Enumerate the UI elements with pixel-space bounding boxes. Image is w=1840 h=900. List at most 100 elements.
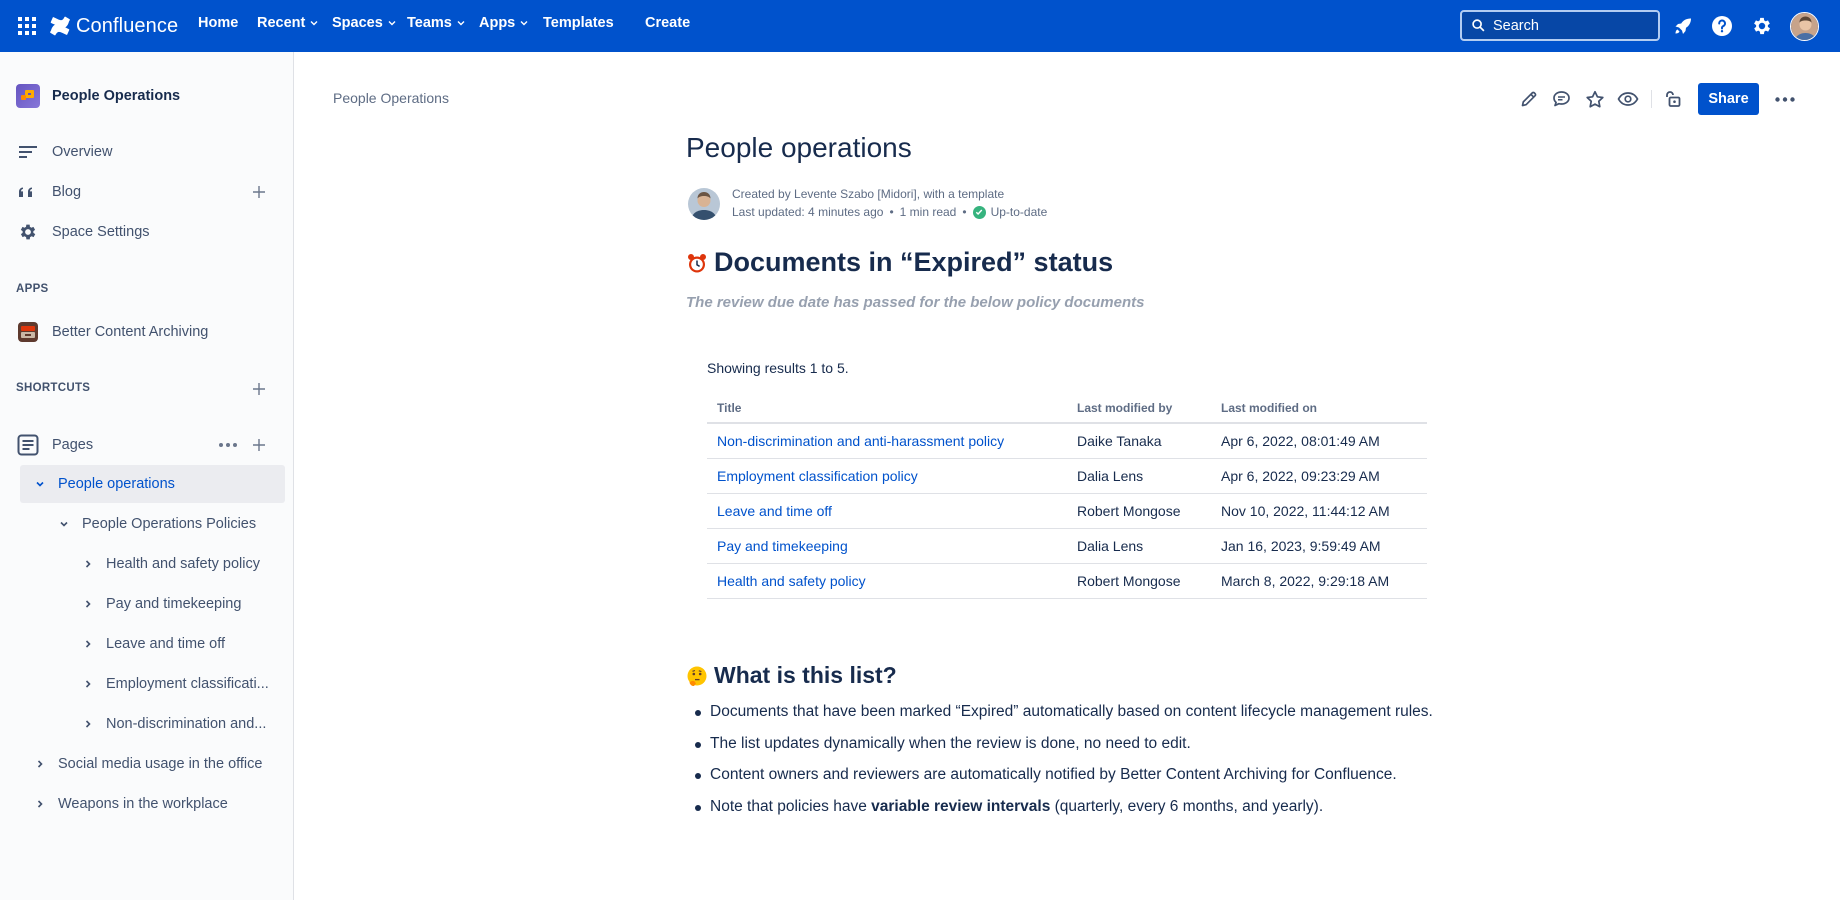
- sidebar-item-pages[interactable]: Pages: [0, 426, 294, 464]
- chevron-right-icon[interactable]: [80, 676, 96, 692]
- list-item: The list updates dynamically when the re…: [686, 732, 1486, 764]
- list-item-text: Note that policies have: [710, 797, 872, 815]
- space-header[interactable]: People Operations: [16, 84, 180, 108]
- pages-icon: [17, 434, 39, 456]
- section-heading-what-is-this: What is this list?: [686, 662, 897, 689]
- breadcrumb[interactable]: People Operations: [333, 90, 449, 106]
- shortcuts-heading: SHORTCUTS: [16, 382, 91, 394]
- restrictions-unlock-icon[interactable]: [1661, 87, 1685, 111]
- document-link[interactable]: Employment classification policy: [717, 468, 918, 484]
- column-header-modified-by[interactable]: Last modified by: [1067, 393, 1211, 424]
- nav-home[interactable]: Home: [198, 15, 238, 31]
- share-button[interactable]: Share: [1698, 83, 1759, 115]
- sidebar-item-label: Better Content Archiving: [52, 324, 209, 340]
- nav-apps[interactable]: Apps: [479, 15, 529, 31]
- overview-icon: [17, 141, 39, 163]
- nav-recent[interactable]: Recent: [257, 15, 319, 31]
- chevron-down-icon[interactable]: [56, 516, 72, 532]
- table-row: Pay and timekeeping Dalia Lens Jan 16, 2…: [707, 528, 1427, 564]
- tree-item-label: Non-discrimination and...: [106, 716, 267, 732]
- watch-eye-icon[interactable]: [1616, 87, 1640, 111]
- page-meta: Created by Levente Szabo [Midori], with …: [732, 185, 1047, 221]
- chevron-right-icon[interactable]: [80, 556, 96, 572]
- status-text: Up-to-date: [990, 205, 1048, 219]
- edit-pencil-icon[interactable]: [1517, 87, 1541, 111]
- user-avatar[interactable]: [1790, 12, 1819, 41]
- tree-item-label: Pay and timekeeping: [106, 596, 242, 612]
- check-circle-icon: [972, 205, 986, 219]
- tree-item-people-operations-policies[interactable]: People Operations Policies: [56, 505, 256, 543]
- more-options-icon[interactable]: [1773, 87, 1797, 111]
- document-link[interactable]: Non-discrimination and anti-harassment p…: [717, 433, 1004, 449]
- tree-item-pay-and-timekeeping[interactable]: Pay and timekeeping: [80, 585, 241, 623]
- section-heading-text: What is this list?: [714, 662, 897, 688]
- created-by-text: Created by Levente Szabo [Midori], with …: [732, 187, 1005, 201]
- help-icon[interactable]: [1710, 14, 1734, 38]
- table-cell-modified-on: March 8, 2022, 9:29:18 AM: [1211, 563, 1427, 599]
- status-badge[interactable]: Up-to-date: [972, 203, 1048, 221]
- sidebar-item-space-settings[interactable]: Space Settings: [0, 213, 294, 251]
- tree-item-people-operations[interactable]: People operations: [20, 465, 285, 503]
- last-updated-text: Last updated: 4 minutes ago: [732, 205, 884, 219]
- table-row: Health and safety policy Robert Mongose …: [707, 563, 1427, 599]
- more-actions-icon[interactable]: [217, 436, 239, 454]
- nav-templates[interactable]: Templates: [543, 15, 614, 31]
- tree-item-non-discrimination[interactable]: Non-discrimination and...: [80, 705, 266, 743]
- document-link[interactable]: Health and safety policy: [717, 573, 866, 589]
- brand-name: Confluence: [76, 14, 179, 37]
- star-icon[interactable]: [1583, 87, 1607, 111]
- gear-icon: [17, 221, 39, 243]
- sidebar-app-better-content-archiving[interactable]: Better Content Archiving: [0, 313, 294, 351]
- author-avatar[interactable]: [688, 188, 720, 220]
- explanation-list: Documents that have been marked “Expired…: [686, 700, 1486, 826]
- tree-item-employment-classification[interactable]: Employment classificati...: [80, 665, 269, 703]
- list-item-text: (quarterly, every 6 months, and yearly).: [1050, 797, 1324, 815]
- list-item: Documents that have been marked “Expired…: [686, 700, 1486, 732]
- comment-icon[interactable]: [1549, 87, 1573, 111]
- chevron-down-icon[interactable]: [32, 476, 48, 492]
- meta-separator: •: [889, 205, 894, 219]
- add-shortcut-icon[interactable]: [250, 380, 268, 398]
- table-cell-modified-by: Dalia Lens: [1067, 528, 1211, 564]
- document-link[interactable]: Pay and timekeeping: [717, 538, 848, 554]
- search-input[interactable]: Search: [1460, 10, 1660, 41]
- tree-item-health-and-safety[interactable]: Health and safety policy: [80, 545, 260, 583]
- table-cell-modified-by: Robert Mongose: [1067, 493, 1211, 529]
- chevron-right-icon[interactable]: [32, 796, 48, 812]
- chevron-right-icon[interactable]: [32, 756, 48, 772]
- nav-spaces[interactable]: Spaces: [332, 15, 397, 31]
- divider: [1651, 90, 1652, 108]
- add-blog-icon[interactable]: [250, 183, 268, 201]
- tree-item-social-media[interactable]: Social media usage in the office: [32, 745, 262, 783]
- chevron-down-icon: [388, 21, 396, 26]
- top-navigation-bar: Confluence Home Recent Spaces Teams Apps…: [0, 0, 1840, 52]
- expired-documents-table: Title Last modified by Last modified on …: [707, 393, 1427, 599]
- tree-item-weapons[interactable]: Weapons in the workplace: [32, 785, 228, 823]
- chevron-right-icon[interactable]: [80, 636, 96, 652]
- tree-item-leave-and-time-off[interactable]: Leave and time off: [80, 625, 225, 663]
- document-link[interactable]: Leave and time off: [717, 503, 832, 519]
- add-page-icon[interactable]: [250, 436, 268, 454]
- read-time-text: 1 min read: [899, 205, 957, 219]
- app-switcher-icon[interactable]: [18, 17, 36, 35]
- chevron-right-icon[interactable]: [80, 596, 96, 612]
- table-cell-title: Pay and timekeeping: [707, 528, 1067, 564]
- chevron-right-icon[interactable]: [80, 716, 96, 732]
- search-placeholder: Search: [1493, 17, 1539, 34]
- chevron-down-icon: [310, 21, 318, 26]
- nav-teams[interactable]: Teams: [407, 15, 466, 31]
- tree-item-label: Social media usage in the office: [58, 756, 263, 772]
- sidebar-item-overview[interactable]: Overview: [0, 133, 294, 171]
- notifications-rocket-icon[interactable]: [1671, 14, 1695, 38]
- sidebar-item-label: Overview: [52, 144, 113, 160]
- nav-recent-label: Recent: [257, 15, 306, 31]
- nav-create-button[interactable]: Create: [645, 15, 690, 31]
- nav-apps-label: Apps: [479, 15, 516, 31]
- confluence-logo[interactable]: Confluence: [50, 12, 178, 40]
- table-row: Employment classification policy Dalia L…: [707, 458, 1427, 494]
- sidebar-item-blog[interactable]: Blog: [0, 173, 294, 211]
- settings-icon[interactable]: [1750, 14, 1774, 38]
- column-header-modified-on[interactable]: Last modified on: [1211, 393, 1427, 424]
- table-cell-modified-on: Apr 6, 2022, 09:23:29 AM: [1211, 458, 1427, 494]
- column-header-title[interactable]: Title: [707, 393, 1067, 424]
